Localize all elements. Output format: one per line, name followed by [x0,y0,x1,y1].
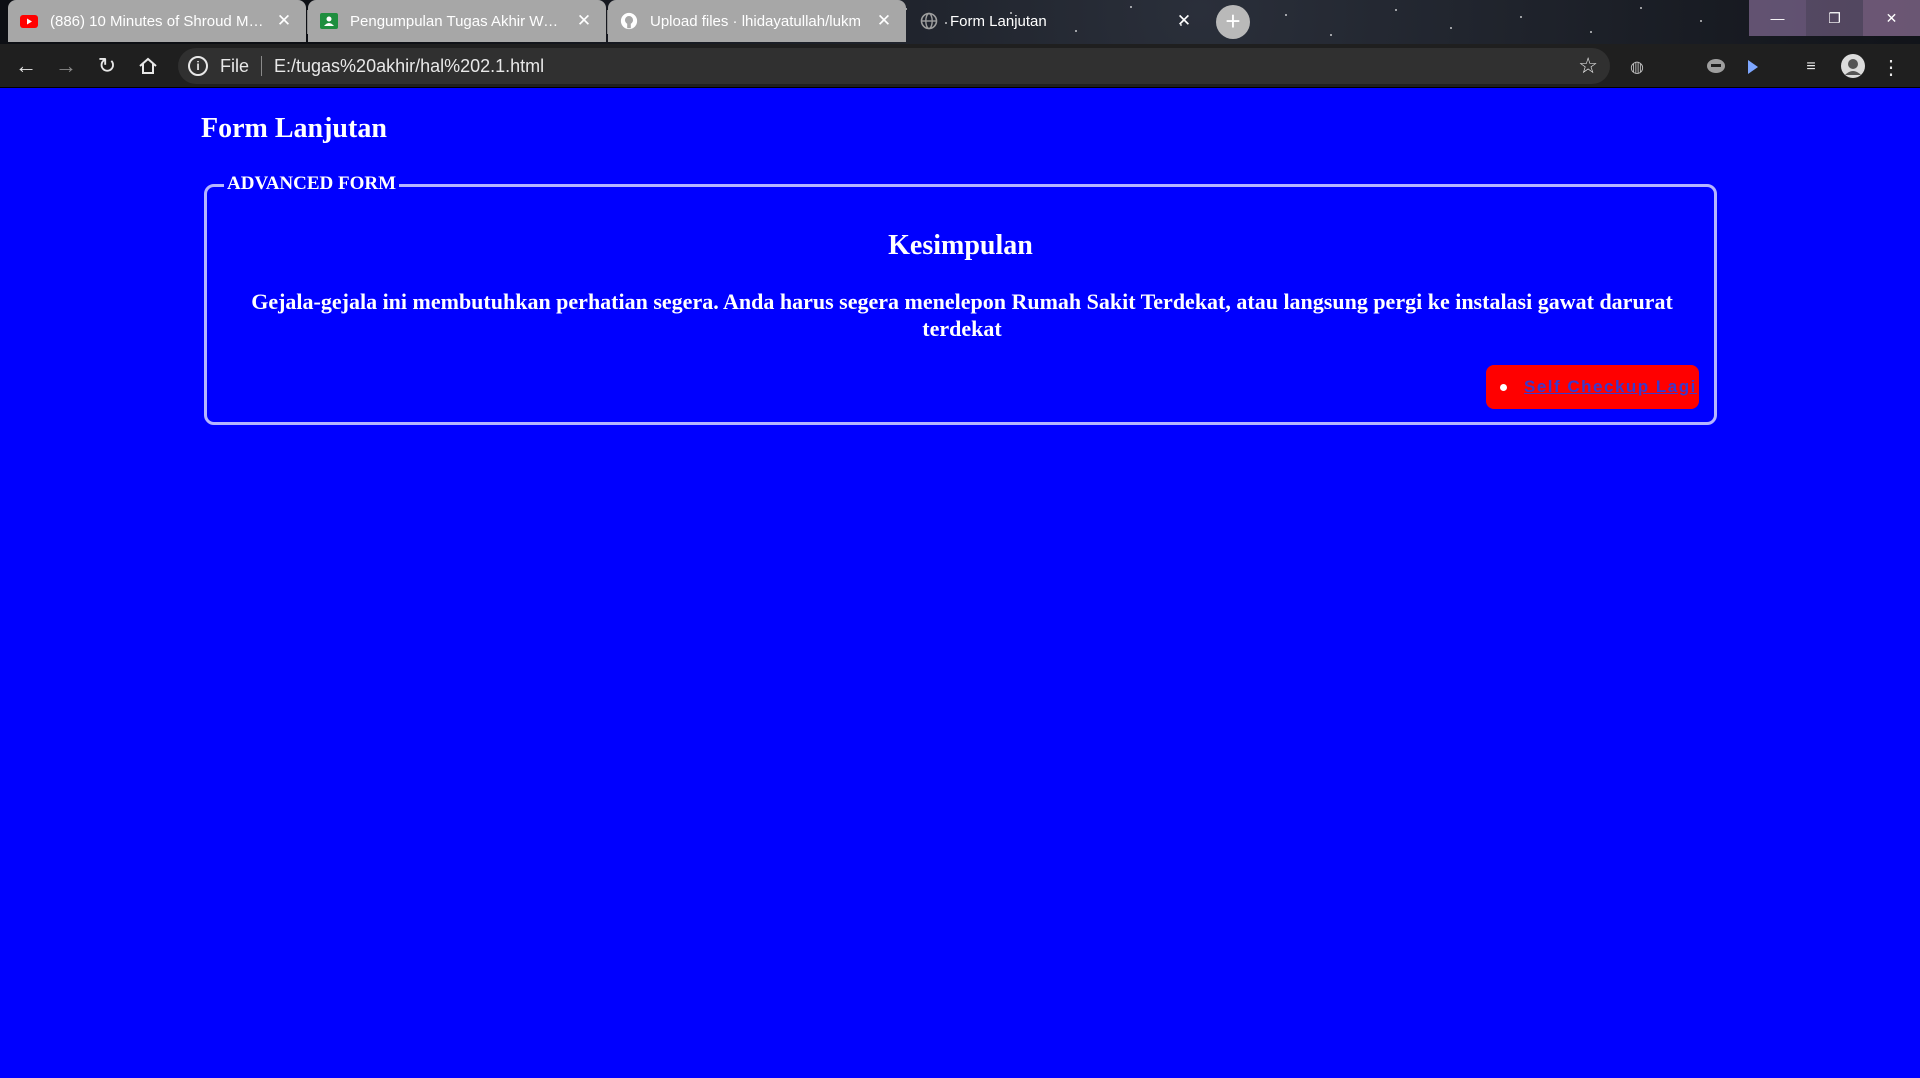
media-playlist-icon[interactable]: ≡ [1800,56,1822,78]
bullet-icon [1500,383,1507,391]
url-scheme-label: File [220,55,250,76]
close-icon[interactable]: ✕ [574,11,594,31]
back-icon[interactable]: ← [12,52,40,80]
line-extension-icon[interactable] [1705,56,1727,78]
maximize-icon[interactable]: ❐ [1806,0,1863,36]
conclusion-heading: Kesimpulan [888,230,1033,261]
youtube-icon [20,12,38,30]
browser-toolbar: ← → ↻ i File E:/tugas%20akhir/hal%202.1.… [0,44,1920,88]
forward-icon[interactable]: → [52,52,80,80]
divider [261,56,263,76]
tab-form-lanjutan[interactable]: Form Lanjutan ✕ [908,0,1206,42]
avatar[interactable] [1840,53,1866,79]
cast-arrow-icon[interactable] [1742,56,1764,78]
conclusion-text: Gejala-gejala ini membutuhkan perhatian … [251,289,1673,341]
tab-title: (886) 10 Minutes of Shroud Mak [50,12,264,30]
google-classroom-icon [320,12,338,30]
window-close-icon[interactable]: ✕ [1863,0,1920,36]
page-title: Form Lanjutan [201,113,387,144]
tab-github[interactable]: Upload files · lhidayatullah/lukm ✕ [608,0,906,42]
globe-icon [920,12,938,30]
advanced-form-fieldset: ADVANCED FORM Kesimpulan Gejala-gejala i… [204,173,1717,425]
address-bar[interactable]: i File E:/tugas%20akhir/hal%202.1.html ☆ [178,48,1610,84]
github-icon [620,12,638,30]
reload-icon[interactable]: ↻ [93,52,121,80]
more-menu-icon[interactable]: ⋮ [1880,56,1902,79]
tab-title: Form Lanjutan [950,12,1047,30]
window-controls: — ❐ ✕ [1749,0,1920,36]
tab-title: Pengumpulan Tugas Akhir Web - [350,12,564,30]
minimize-icon[interactable]: — [1749,0,1806,36]
tab-youtube[interactable]: (886) 10 Minutes of Shroud Mak ✕ [8,0,306,42]
info-icon[interactable]: i [188,56,208,76]
fieldset-legend: ADVANCED FORM [224,173,400,195]
close-icon[interactable]: ✕ [874,11,894,31]
home-icon[interactable] [134,52,162,80]
tab-title: Upload files · lhidayatullah/lukm [650,12,861,30]
tab-classroom[interactable]: Pengumpulan Tugas Akhir Web - ✕ [308,0,606,42]
close-icon[interactable]: ✕ [1174,11,1194,31]
self-checkup-button[interactable]: Self Checkup Lagi [1486,365,1699,409]
bookmark-star-icon[interactable]: ☆ [1578,53,1598,79]
url-text[interactable]: E:/tugas%20akhir/hal%202.1.html [274,56,1578,77]
close-icon[interactable]: ✕ [274,11,294,31]
tab-strip: (886) 10 Minutes of Shroud Mak ✕ Pengump… [0,0,1920,44]
new-tab-plus-icon[interactable]: + [1216,5,1250,39]
self-checkup-link[interactable]: Self Checkup Lagi [1524,377,1697,397]
extension-icon[interactable]: ◍ [1626,56,1648,78]
